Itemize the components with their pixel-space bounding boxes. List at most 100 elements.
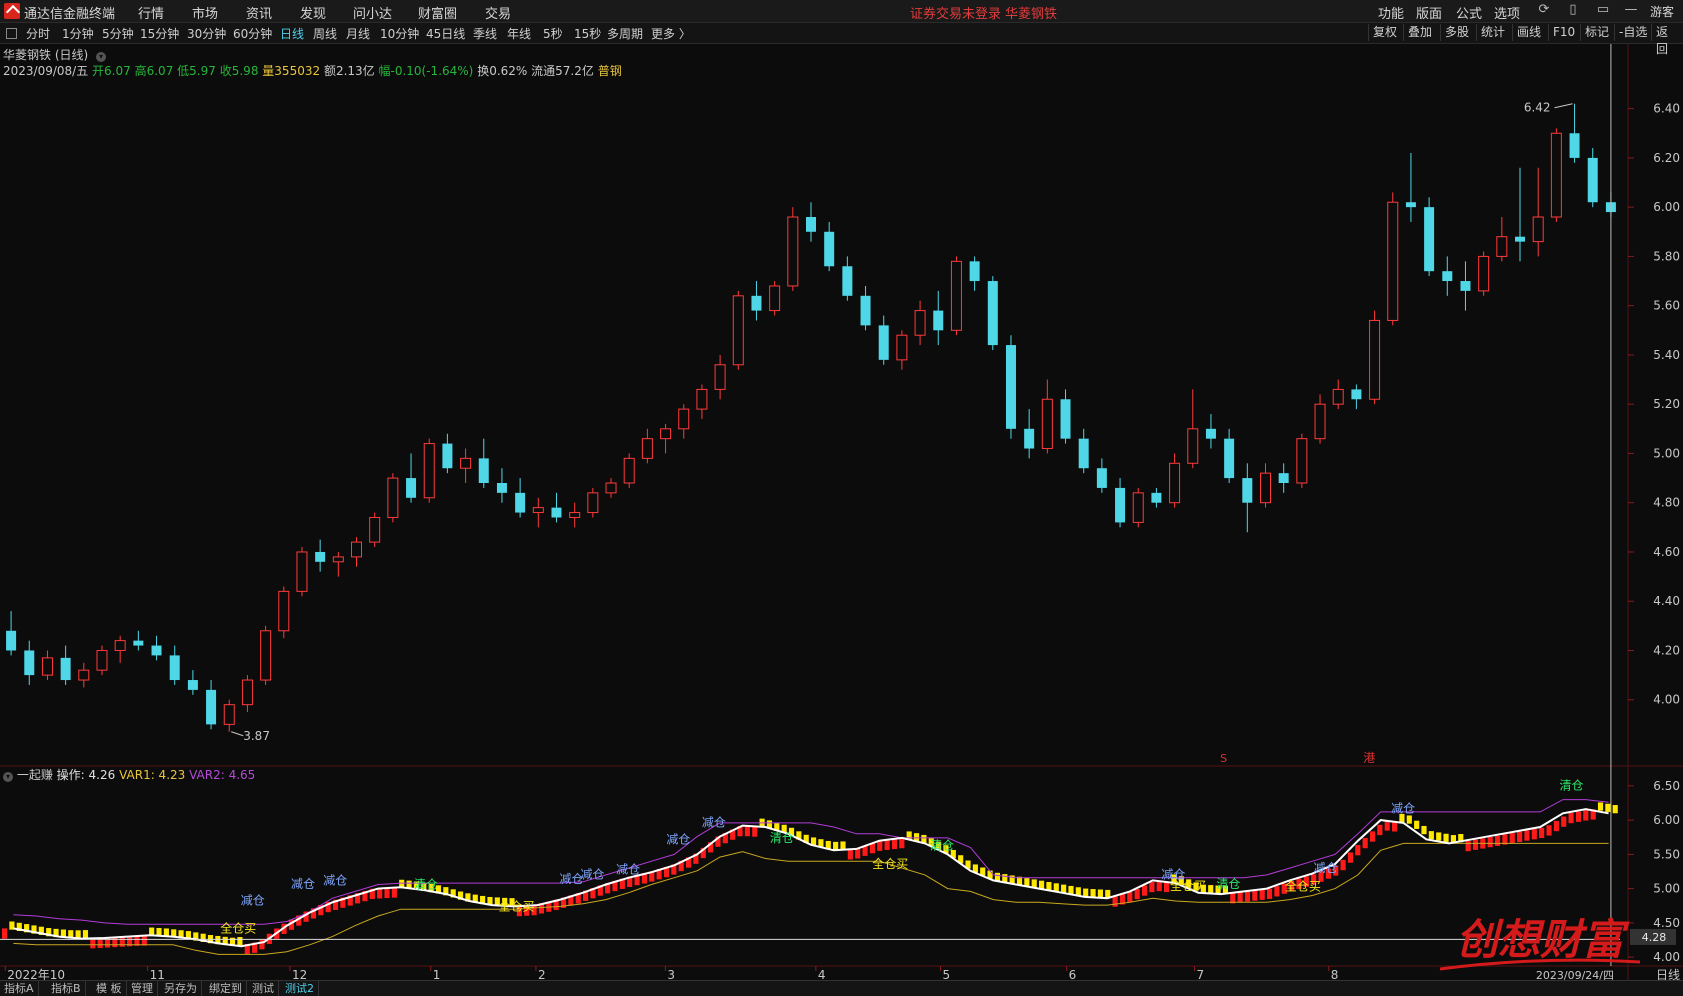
period-tab[interactable]: 年线 — [507, 25, 531, 42]
menu-formula[interactable]: 公式 — [1456, 3, 1482, 22]
period-tab[interactable]: 分时 — [26, 25, 50, 42]
candle-body — [315, 551, 326, 562]
indicator-bar — [752, 826, 758, 837]
period-tab[interactable]: 季线 — [473, 25, 497, 42]
menu-wealth[interactable]: 财富圈 — [418, 3, 457, 22]
candle-body — [878, 325, 889, 360]
candle-body — [1259, 472, 1271, 504]
candle-body — [1424, 207, 1435, 272]
period-tab[interactable]: 多周期 — [607, 25, 643, 42]
toolbar-button[interactable]: 画线 — [1512, 24, 1545, 41]
indicator-bar — [1237, 892, 1243, 903]
user-label[interactable]: 游客 — [1650, 3, 1674, 20]
menu-ask[interactable]: 问小达 — [353, 3, 392, 22]
period-tab[interactable]: 5分钟 — [102, 25, 134, 42]
indicator-bar — [884, 839, 890, 850]
chevron-down-icon[interactable]: ▾ — [96, 52, 107, 62]
toolbar-button[interactable]: 标记 — [1580, 24, 1613, 41]
indicator-signal-label: 清仓 — [770, 831, 794, 845]
period-tab-active[interactable]: 日线 — [280, 25, 304, 42]
price-axis-label: 4.20 — [1653, 643, 1680, 657]
toolbar-button[interactable]: -自选 — [1614, 24, 1651, 41]
period-tab[interactable]: 周线 — [313, 25, 337, 42]
toolbar-button[interactable]: 返回 — [1651, 24, 1683, 56]
indicator-menu-icon[interactable]: ▾ — [3, 772, 13, 782]
period-tab[interactable]: 60分钟 — [233, 25, 272, 42]
candle-body — [6, 630, 17, 651]
indicator-bar — [1494, 835, 1501, 846]
toolbar-button[interactable]: 统计 — [1476, 24, 1509, 41]
date-axis-label: 2022年10 — [7, 968, 65, 980]
period-tab[interactable]: 45日线 — [426, 25, 465, 42]
candle-body — [1369, 319, 1381, 400]
candle-body — [1515, 236, 1526, 242]
menu-layout[interactable]: 版面 — [1416, 3, 1442, 22]
period-tab[interactable]: 15秒 — [574, 25, 601, 42]
formula-tab[interactable]: 管理 — [127, 981, 158, 996]
stock-period-title: 华菱钢铁 (日线) — [3, 48, 89, 62]
indicator-bar — [1340, 859, 1346, 871]
candle-body — [1496, 236, 1508, 257]
period-more[interactable]: 更多 〉 — [651, 25, 691, 42]
formula-tab-active[interactable]: 测试2 — [281, 981, 319, 996]
indicator-signal-label: 减仓 — [616, 863, 640, 877]
candle-body — [714, 364, 726, 390]
formula-tab[interactable]: 另存为 — [160, 981, 202, 996]
refresh-icon[interactable]: ⟳ — [1537, 3, 1551, 17]
indicator-bar — [744, 825, 750, 837]
menu-functions[interactable]: 功能 — [1378, 3, 1404, 22]
toolbar-button[interactable]: 多股 — [1440, 24, 1473, 41]
formula-tab[interactable]: 测试 — [248, 981, 279, 996]
candle-body — [460, 457, 472, 469]
collapse-icon[interactable] — [6, 28, 17, 39]
event-marker-hk: 港 — [1363, 751, 1375, 765]
toolbar-button[interactable]: 复权 — [1368, 24, 1401, 41]
candle-body — [114, 640, 126, 651]
low-marker-label: 3.87 — [243, 729, 270, 743]
price-axis-label: 5.80 — [1653, 249, 1680, 263]
app-title: 通达信金融终端 — [24, 7, 116, 22]
period-tab[interactable]: 5秒 — [543, 25, 563, 42]
quote-turnover: 换0.62% — [477, 64, 528, 78]
quote-low: 低5.97 — [177, 64, 216, 78]
menu-discover[interactable]: 发现 — [300, 3, 326, 22]
calculator-icon[interactable]: ▯ — [1566, 3, 1580, 17]
indicator-bar — [1002, 874, 1008, 883]
indicator-bar — [833, 841, 839, 851]
period-tab[interactable]: 月线 — [346, 25, 370, 42]
indicator-bar — [1517, 831, 1523, 842]
menu-market[interactable]: 行情 — [138, 3, 164, 22]
indicator-signal-label: 减仓 — [1391, 802, 1415, 816]
formula-tab[interactable]: 绑定到 — [205, 981, 247, 996]
chart-area[interactable]: 6.40 6.20 6.00 5.80 5.60 5.40 5.20 5.00 4.80 4.60… — [0, 44, 1683, 980]
menu-news[interactable]: 资讯 — [246, 3, 272, 22]
quote-sector[interactable]: 普钢 — [598, 64, 622, 78]
period-tab[interactable]: 15分钟 — [140, 25, 179, 42]
indicator-bar — [1075, 887, 1081, 896]
candle-body — [1405, 202, 1416, 208]
indicator-bar — [1465, 840, 1471, 852]
menu-options[interactable]: 选项 — [1494, 3, 1520, 22]
period-tab[interactable]: 10分钟 — [380, 25, 419, 42]
formula-tab[interactable]: 模 板 — [92, 981, 127, 996]
login-status[interactable]: 证券交易未登录 — [910, 3, 1001, 22]
price-axis-label: 4.60 — [1653, 545, 1680, 559]
window-icon[interactable]: ▭ — [1596, 3, 1610, 17]
indicator-bar — [1561, 816, 1567, 827]
toolbar-button[interactable]: 叠加 — [1403, 24, 1436, 41]
date-axis-current: 2023/09/24/四 — [1536, 969, 1614, 980]
formula-tab[interactable]: 指标A — [0, 981, 39, 996]
toolbar-button[interactable]: F10 — [1548, 24, 1579, 41]
candle-body — [1351, 389, 1362, 400]
formula-tab[interactable]: 指标B — [47, 981, 86, 996]
candle-body — [332, 556, 344, 563]
indicator-signal-label: 清仓 — [1216, 877, 1240, 891]
candle-body — [896, 334, 908, 361]
menu-markets[interactable]: 市场 — [192, 3, 218, 22]
menu-trade[interactable]: 交易 — [485, 3, 511, 22]
indicator-bar — [1046, 882, 1052, 891]
minimize-icon[interactable]: — — [1624, 3, 1638, 17]
period-tab[interactable]: 1分钟 — [62, 25, 94, 42]
period-tab[interactable]: 30分钟 — [187, 25, 226, 42]
indicator-bar — [1472, 839, 1479, 850]
